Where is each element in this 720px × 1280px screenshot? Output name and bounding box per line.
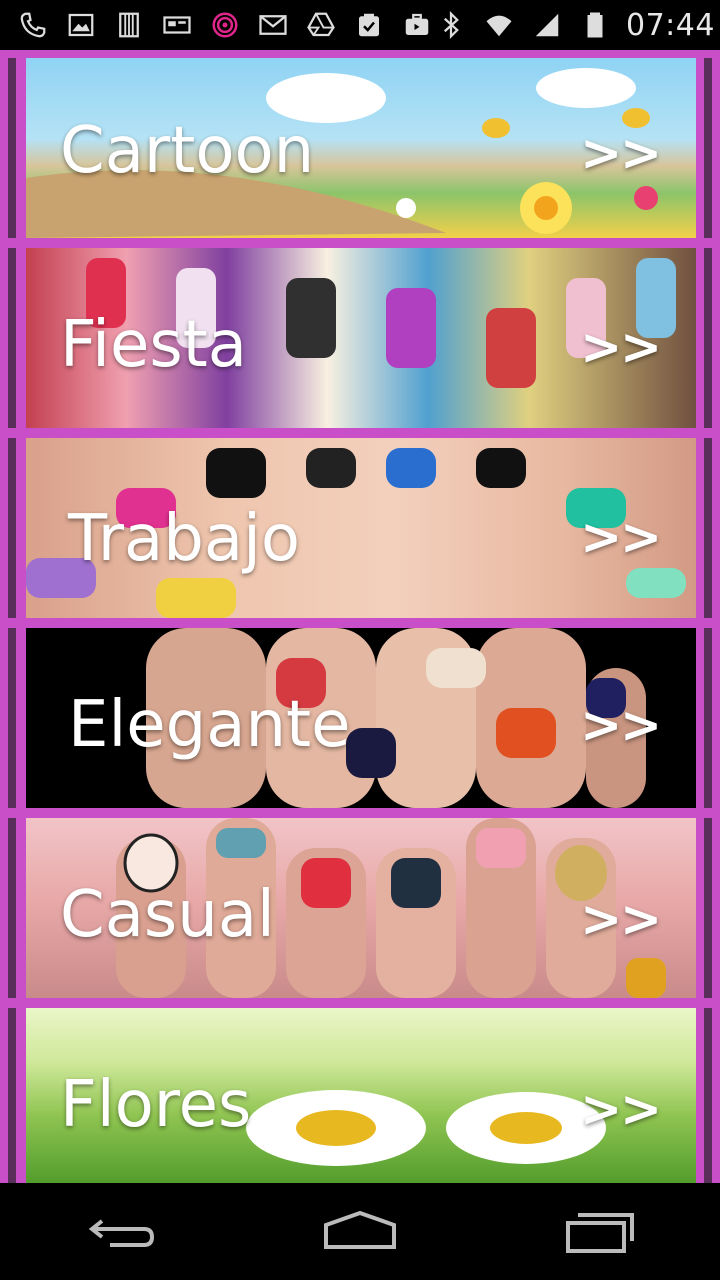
sd-card-icon	[112, 8, 146, 42]
briefcase-icon	[400, 8, 434, 42]
category-list: Cartoon >> Fiesta >> Trabajo >> Elegante…	[0, 50, 720, 1183]
clipboard-check-icon	[352, 8, 386, 42]
chevron-right-icon: >>	[580, 508, 662, 566]
battery-icon	[578, 8, 612, 42]
category-image-cartoon: Cartoon >>	[26, 58, 696, 238]
chevron-right-icon: >>	[580, 1080, 662, 1138]
chevron-right-icon: >>	[580, 890, 662, 948]
home-icon[interactable]	[315, 1202, 405, 1262]
category-image-trabajo: Trabajo >>	[26, 438, 696, 618]
category-row-fiesta[interactable]: Fiesta >>	[8, 248, 712, 428]
notification-icons	[16, 8, 434, 42]
category-row-cartoon[interactable]: Cartoon >>	[8, 58, 712, 238]
chevron-right-icon: >>	[580, 124, 662, 182]
back-icon[interactable]	[75, 1202, 165, 1262]
category-label: Cartoon	[60, 114, 315, 188]
signal-icon	[530, 8, 564, 42]
system-icons: 07:44	[434, 8, 715, 43]
clock-time: 07:44	[626, 7, 715, 43]
category-label: Fiesta	[60, 308, 247, 382]
category-row-flores[interactable]: Flores >>	[8, 1008, 712, 1183]
gmail-icon	[256, 8, 290, 42]
category-row-elegante[interactable]: Elegante >>	[8, 628, 712, 808]
keyboard-icon	[160, 8, 194, 42]
category-label: Elegante	[68, 688, 351, 762]
chevron-right-icon: >>	[580, 696, 662, 754]
wifi-icon	[482, 8, 516, 42]
target-icon	[208, 8, 242, 42]
category-image-flores: Flores >>	[26, 1008, 696, 1183]
category-label: Trabajo	[68, 502, 300, 576]
category-image-fiesta: Fiesta >>	[26, 248, 696, 428]
chevron-right-icon: >>	[580, 318, 662, 376]
drive-icon	[304, 8, 338, 42]
recent-apps-icon[interactable]	[555, 1202, 645, 1262]
category-label: Flores	[60, 1068, 252, 1142]
category-row-casual[interactable]: Casual >>	[8, 818, 712, 998]
status-bar: 07:44	[0, 0, 720, 50]
category-label: Casual	[60, 878, 275, 952]
phone-icon	[16, 8, 50, 42]
category-row-trabajo[interactable]: Trabajo >>	[8, 438, 712, 618]
bluetooth-icon	[434, 8, 468, 42]
category-image-casual: Casual >>	[26, 818, 696, 998]
navigation-bar	[0, 1183, 720, 1280]
image-icon	[64, 8, 98, 42]
category-image-elegante: Elegante >>	[26, 628, 696, 808]
